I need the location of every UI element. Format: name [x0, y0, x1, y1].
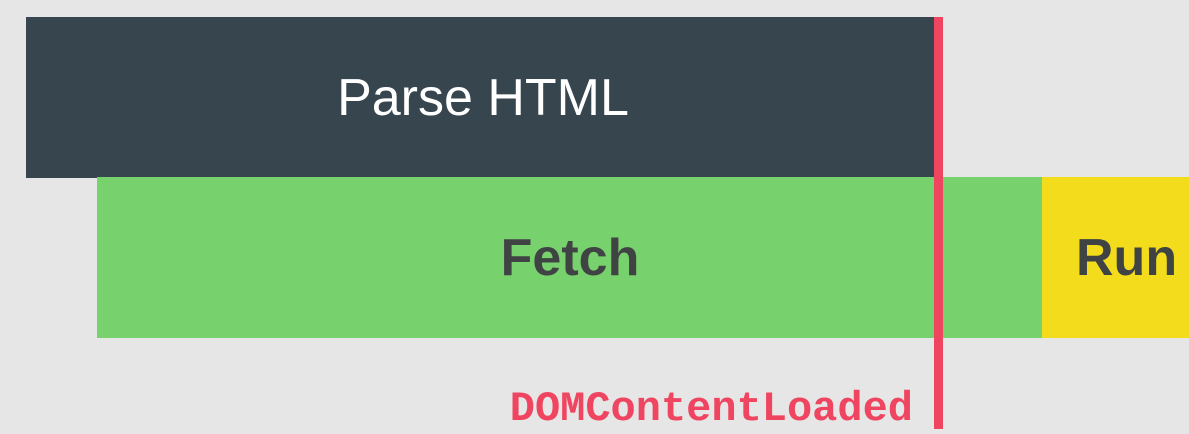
- domcontentloaded-label: DOMContentLoaded: [509, 385, 913, 433]
- fetch-bar: Fetch: [97, 177, 1043, 338]
- fetch-label: Fetch: [500, 228, 640, 287]
- domcontentloaded-marker-line: [934, 17, 943, 429]
- parse-html-bar: Parse HTML: [26, 17, 940, 178]
- parse-html-label: Parse HTML: [337, 68, 629, 127]
- run-label: Run: [1076, 228, 1178, 287]
- run-bar: Run: [1042, 177, 1189, 338]
